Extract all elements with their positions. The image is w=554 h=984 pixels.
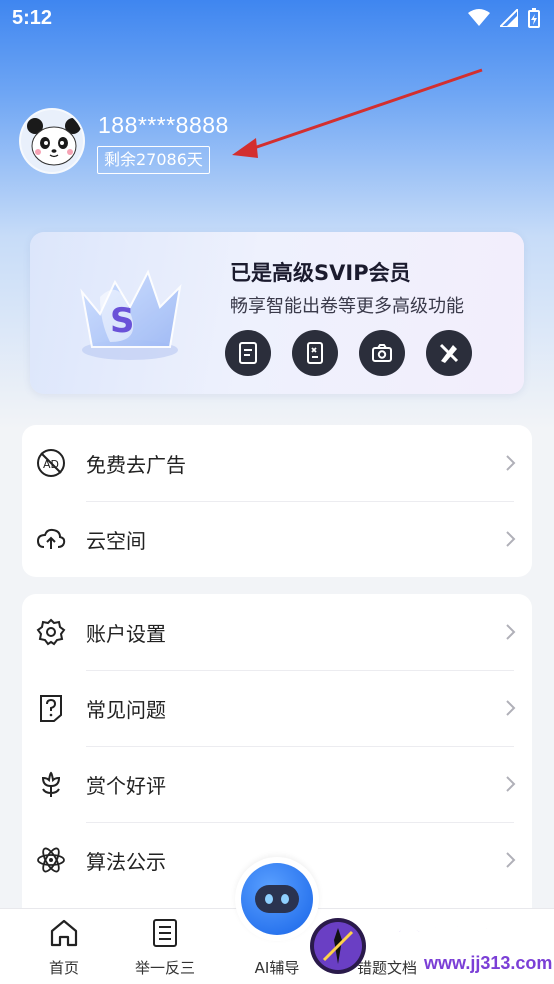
menu-label-faq: 常见问题 — [86, 697, 166, 722]
ai-button-inner — [241, 863, 313, 935]
avatar[interactable] — [19, 108, 85, 174]
nav-label-home: 首页 — [48, 959, 79, 977]
vip-subtitle: 畅享智能出卷等更多高级功能 — [230, 296, 464, 317]
chevron-right-icon — [506, 776, 516, 792]
menu-label-rate-app: 赏个好评 — [86, 773, 166, 798]
watermark-title: 基伞手游资源网 — [372, 922, 547, 951]
menu-label-account-settings: 账户设置 — [86, 621, 166, 646]
menu-item-rate-app[interactable]: 赏个好评 — [22, 746, 532, 822]
chevron-right-icon — [506, 700, 516, 716]
menu-item-cloud-space[interactable]: 云空间 — [22, 501, 532, 577]
vip-feature-eraser[interactable] — [426, 330, 472, 376]
menu-item-faq[interactable]: 常见问题 — [22, 670, 532, 746]
vip-card[interactable]: S 已是高级SVIP会员 畅享智能出卷等更多高级功能 — [30, 232, 524, 394]
wifi-icon — [468, 9, 490, 26]
status-time: 5:12 — [12, 7, 53, 29]
menu-card-features: AD 免费去广告 云空间 — [22, 425, 532, 577]
atom-icon — [37, 847, 65, 873]
crown-logo-icon: S — [80, 269, 182, 360]
test-paper-icon — [307, 342, 323, 364]
watermark-logo-icon — [310, 918, 366, 974]
vip-feature-icons — [225, 330, 472, 376]
nav-label-practice: 举一反三 — [134, 959, 195, 977]
remaining-days-badge: 剩余27086天 — [97, 146, 210, 174]
nav-home[interactable]: 首页 — [19, 909, 109, 984]
status-bar: 5:12 — [0, 0, 554, 38]
settings-gear-icon — [36, 618, 66, 646]
watermark-url: www.jj313.com — [424, 953, 553, 973]
watermark: 基伞手游资源网 www.jj313.com — [306, 906, 554, 984]
chevron-right-icon — [506, 531, 516, 547]
cloud-upload-icon — [36, 528, 66, 549]
vip-feature-camera[interactable] — [359, 330, 405, 376]
svg-text:S: S — [110, 301, 135, 341]
vip-title: 已是高级SVIP会员 — [230, 261, 411, 285]
list-doc-icon — [153, 919, 177, 947]
vip-feature-document[interactable] — [225, 330, 271, 376]
battery-icon — [528, 8, 540, 28]
flower-icon — [41, 771, 61, 797]
status-icons — [468, 8, 540, 28]
camera-icon — [372, 344, 392, 362]
question-doc-icon — [40, 695, 62, 722]
robot-icon — [255, 885, 299, 913]
no-ads-icon: AD — [37, 449, 65, 477]
nav-practice[interactable]: 举一反三 — [120, 909, 210, 984]
chevron-right-icon — [506, 624, 516, 640]
menu-label-remove-ads: 免费去广告 — [86, 452, 186, 477]
chevron-right-icon — [506, 455, 516, 471]
menu-item-account-settings[interactable]: 账户设置 — [22, 594, 532, 670]
eraser-pencil-icon — [439, 343, 459, 363]
chevron-right-icon — [506, 852, 516, 868]
signal-icon — [500, 9, 518, 27]
menu-item-remove-ads[interactable]: AD 免费去广告 — [22, 425, 532, 501]
vip-feature-test-paper[interactable] — [292, 330, 338, 376]
home-icon — [50, 919, 78, 947]
menu-label-algorithm: 算法公示 — [86, 849, 166, 874]
menu-label-cloud-space: 云空间 — [86, 528, 146, 553]
user-phone: 188****8888 — [98, 112, 229, 138]
document-icon — [239, 342, 257, 364]
